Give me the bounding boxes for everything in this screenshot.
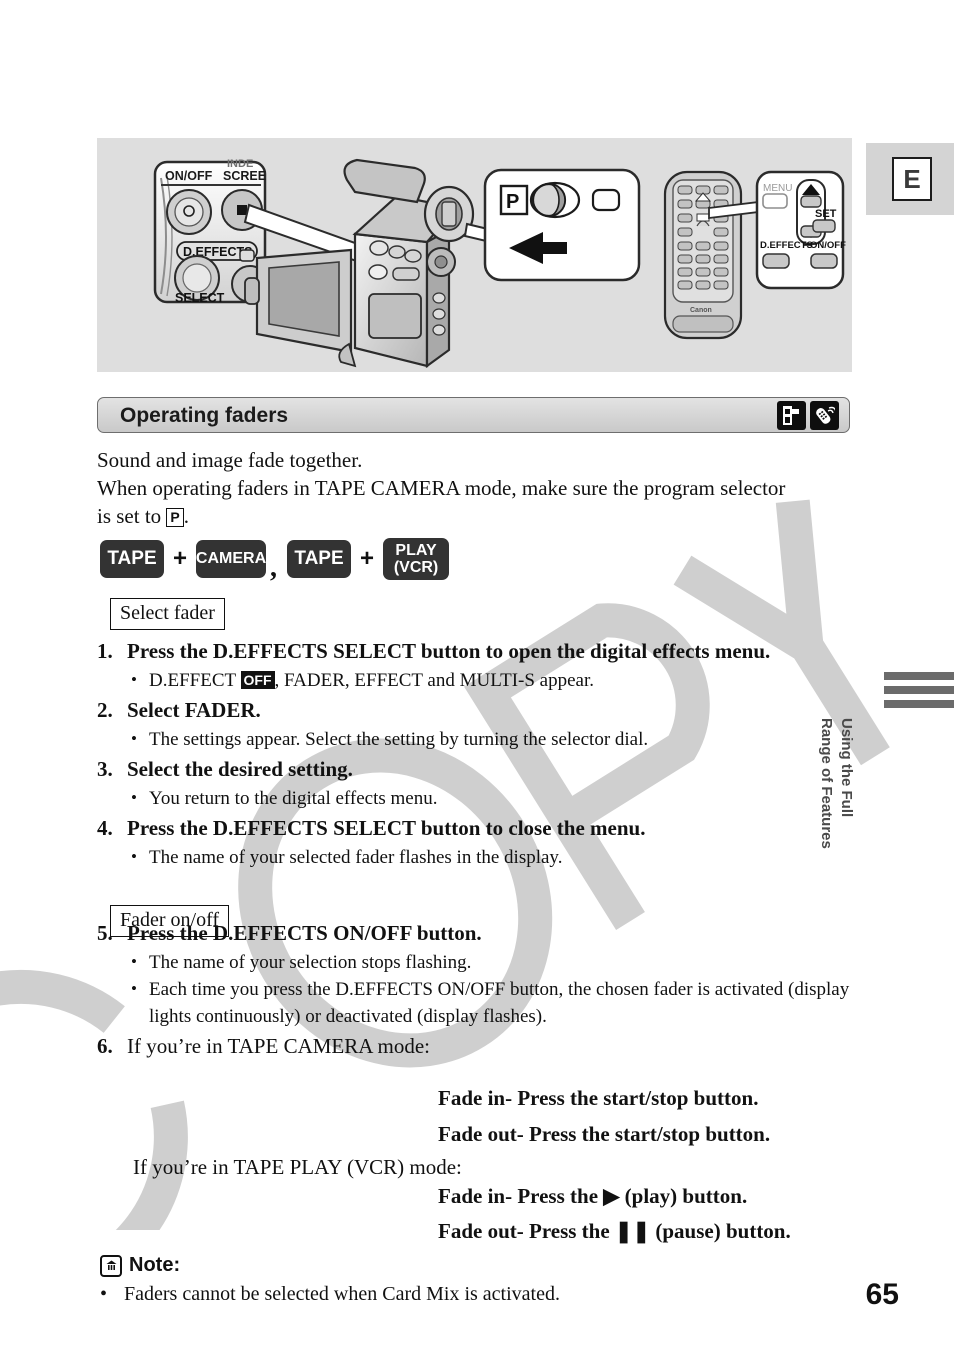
- step-4-bullet-1: The name of your selected fader flashes …: [127, 843, 859, 871]
- step-5-number: 5.: [97, 921, 113, 945]
- remote-detail-callout: MENU SET D.EFFECTS ON/OFF: [755, 170, 846, 290]
- camera-fade-out-line: Fade out- Press the start/stop button.: [438, 1122, 771, 1146]
- camera-fade-in-line: Fade in- Press the start/stop button.: [438, 1086, 759, 1110]
- step-1-bullet-post: , FADER, EFFECT and MULTI-S appear.: [274, 670, 594, 691]
- vcr-fade-out-line: Fade out- Press the ❚❚ (pause) button.: [438, 1217, 791, 1246]
- step-6: 6. If you’re in TAPE CAMERA mode:: [97, 1032, 859, 1061]
- step-4: 4. Press the D.EFFECTS SELECT button to …: [97, 814, 859, 871]
- step-3-bullet-1: You return to the digital effects menu.: [127, 784, 859, 812]
- step-5: 5. Press the D.EFFECTS ON/OFF button. Th…: [97, 919, 859, 1030]
- intro-line-2a: When operating faders in TAPE CAMERA mod…: [97, 476, 786, 500]
- step-6-title: If you’re in TAPE CAMERA mode:: [127, 1034, 430, 1058]
- d-effect-off-glyph: OFF: [240, 671, 275, 689]
- mode-chip-play-vcr: PLAY (VCR): [383, 538, 450, 580]
- step-3-title: Select the desired setting.: [127, 757, 353, 781]
- step-5-title: Press the D.EFFECTS ON/OFF button.: [127, 921, 482, 945]
- note-section: Note: Faders cannot be selected when Car…: [100, 1254, 800, 1308]
- step-1-title: Press the D.EFFECTS SELECT button to ope…: [127, 639, 771, 663]
- svg-text:SET: SET: [815, 208, 837, 220]
- vcr-fade-in-pre: Fade in- Press the: [438, 1184, 604, 1208]
- mode-chip-camera: CAMERA: [196, 540, 266, 578]
- program-p-glyph: P: [166, 508, 184, 527]
- step-4-title: Press the D.EFFECTS SELECT button to clo…: [127, 816, 646, 840]
- step-2: 2. Select FADER. The settings appear. Se…: [97, 696, 859, 753]
- remote-icon: [810, 401, 839, 430]
- play-glyph: ▶: [603, 1184, 620, 1208]
- mode-chip-tape-2: TAPE: [287, 540, 352, 578]
- section-badges: [777, 401, 839, 430]
- step-1-number: 1.: [97, 639, 113, 663]
- side-tab-bars: [884, 672, 954, 714]
- language-tab-label: E: [892, 157, 932, 201]
- step-2-bullet-1: The settings appear. Select the setting …: [127, 725, 859, 753]
- section-header: Operating faders: [97, 397, 850, 433]
- step-3-number: 3.: [97, 757, 113, 781]
- program-selector-callout: P: [483, 168, 641, 282]
- step-3: 3. Select the desired setting. You retur…: [97, 755, 859, 812]
- select-fader-label: Select fader: [110, 598, 225, 630]
- step-1: 1. Press the D.EFFECTS SELECT button to …: [97, 637, 859, 694]
- step-6-number: 6.: [97, 1034, 113, 1058]
- step-5-bullet-2: Each time you press the D.EFFECTS ON/OFF…: [127, 975, 859, 1030]
- camcorder-icon: [777, 401, 806, 430]
- pause-glyph: ❚❚: [614, 1219, 651, 1243]
- vcr-fade-in-post: (play) button.: [619, 1184, 748, 1208]
- camera-illustration: ON/OFF SCREE INDE D.EFFECTS SELECT P Can…: [97, 138, 852, 372]
- vcr-mode-intro-line: If you’re in TAPE PLAY (VCR) mode:: [133, 1155, 462, 1179]
- step-4-number: 4.: [97, 816, 113, 840]
- note-icon: [100, 1254, 122, 1277]
- note-text: Faders cannot be selected when Card Mix …: [124, 1283, 560, 1305]
- intro-line-2c: .: [183, 504, 190, 528]
- remote-control: Canon: [663, 170, 743, 340]
- mode-chip-play-line1: PLAY: [395, 542, 437, 559]
- vcr-fade-in-line: Fade in- Press the ▶ (play) button.: [438, 1182, 747, 1211]
- svg-text:INDE: INDE: [227, 158, 253, 170]
- note-header: Note:: [100, 1254, 800, 1277]
- intro-text: Sound and image fade together. When oper…: [97, 446, 857, 530]
- instruction-steps: 1. Press the D.EFFECTS SELECT button to …: [97, 637, 859, 1063]
- mode-chip-play-line2: (VCR): [393, 559, 439, 576]
- vcr-fade-out-pre: Fade out- Press the: [438, 1219, 615, 1243]
- step-1-bullet-pre: D.EFFECT: [149, 670, 241, 691]
- mode-requirement-row: TAPE + CAMERA , TAPE + PLAY (VCR): [100, 538, 450, 583]
- mode-plus-1: +: [173, 545, 188, 572]
- svg-text:SELECT: SELECT: [175, 291, 225, 305]
- svg-text:SCREE: SCREE: [223, 169, 266, 183]
- svg-text:P: P: [506, 191, 519, 213]
- mode-chip-tape-1: TAPE: [100, 540, 164, 578]
- intro-line-3: is set to P.: [97, 502, 857, 530]
- section-title: Operating faders: [120, 404, 289, 427]
- step-2-title: Select FADER.: [127, 698, 261, 722]
- step-5-bullet-1: The name of your selection stops flashin…: [127, 948, 859, 976]
- intro-line-1: Sound and image fade together.: [97, 448, 363, 472]
- intro-line-2b: is set to: [97, 504, 167, 528]
- page-number: 65: [865, 1278, 899, 1311]
- vcr-fade-out-post: (pause) button.: [650, 1219, 791, 1243]
- mode-plus-2: +: [360, 545, 375, 572]
- svg-text:ON/OFF: ON/OFF: [165, 169, 213, 183]
- svg-text:Canon: Canon: [690, 307, 712, 314]
- language-tab: E: [866, 143, 954, 215]
- intro-line-2: When operating faders in TAPE CAMERA mod…: [97, 474, 857, 502]
- step-2-number: 2.: [97, 698, 113, 722]
- note-title: Note:: [129, 1254, 181, 1276]
- step-1-bullet-1: D.EFFECT OFF, FADER, EFFECT and MULTI-S …: [127, 666, 859, 694]
- note-bullet: Faders cannot be selected when Card Mix …: [100, 1281, 800, 1308]
- camcorder-body: [244, 158, 475, 369]
- mode-comma: ,: [270, 552, 278, 583]
- svg-text:ON/OFF: ON/OFF: [810, 240, 846, 251]
- svg-text:MENU: MENU: [763, 183, 792, 194]
